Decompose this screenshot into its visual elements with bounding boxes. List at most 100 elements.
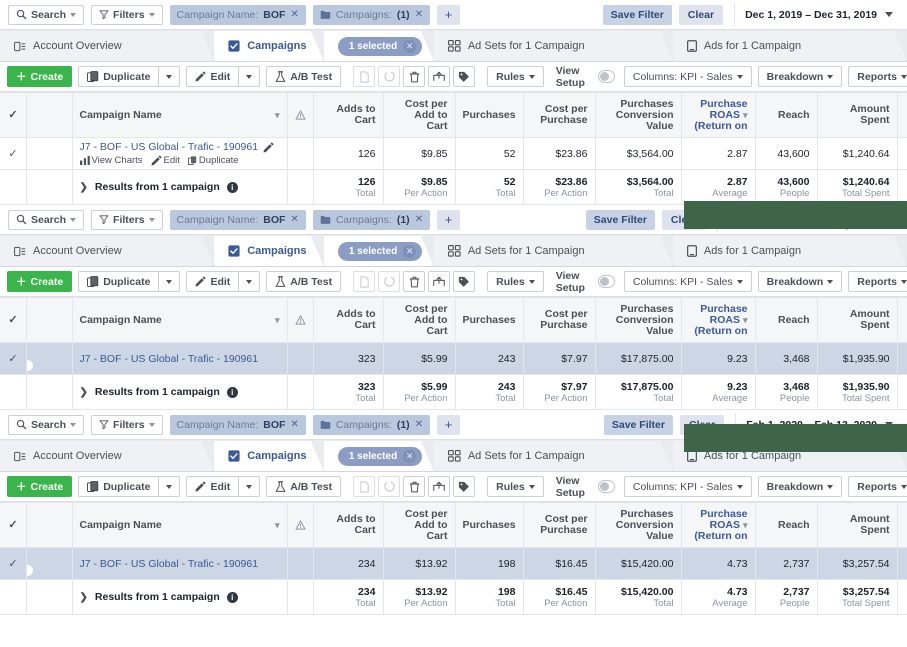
column-header-amount-spent[interactable]: Amount Spent: [817, 93, 897, 138]
tab-ads[interactable]: Ads for 1 Campaign: [673, 236, 907, 266]
tab-campaigns[interactable]: Campaigns: [214, 31, 324, 61]
column-header-purchases-conversion-value[interactable]: PurchasesConversionValue: [595, 298, 681, 343]
filters-button[interactable]: Filters: [91, 415, 163, 435]
close-icon[interactable]: ✕: [415, 9, 423, 20]
view-setup-toggle[interactable]: View Setup: [556, 475, 615, 499]
ab-test-button[interactable]: A/B Test: [266, 66, 341, 87]
tab-account-overview[interactable]: Account Overview: [0, 441, 214, 471]
create-button[interactable]: ＋Create: [7, 476, 72, 497]
search-button[interactable]: Search: [8, 5, 84, 25]
sort-caret-icon[interactable]: ▾: [743, 520, 748, 530]
campaign-name-cell[interactable]: J7 - BOF - US Global - Trafic - 190961: [72, 548, 287, 580]
info-icon[interactable]: i: [227, 592, 238, 603]
reports-button[interactable]: Reports: [848, 66, 907, 87]
search-button[interactable]: Search: [8, 415, 84, 435]
tag-button[interactable]: [453, 476, 475, 497]
filter-chip-campaign-name[interactable]: Campaign Name:BOF✕: [170, 415, 306, 435]
filter-chip-campaign-name[interactable]: Campaign Name:BOF✕: [170, 210, 306, 230]
campaign-name-header[interactable]: Campaign Name▾: [72, 93, 287, 138]
column-header-amount-spent[interactable]: Amount Spent: [817, 503, 897, 548]
refresh-button[interactable]: [378, 271, 400, 292]
column-header-cost-per-purchase[interactable]: Cost perPurchase: [523, 93, 595, 138]
pencil-icon[interactable]: [263, 142, 274, 153]
columns-button[interactable]: Columns: KPI - Sales: [624, 476, 752, 497]
delete-button[interactable]: [403, 271, 425, 292]
refresh-button[interactable]: [378, 66, 400, 87]
close-icon[interactable]: ✕: [290, 9, 298, 20]
reports-button[interactable]: Reports: [848, 476, 907, 497]
add-filter-button[interactable]: +: [437, 415, 460, 435]
refresh-button[interactable]: [378, 476, 400, 497]
filters-button[interactable]: Filters: [91, 5, 163, 25]
selected-pill[interactable]: 1 selected✕: [338, 447, 422, 466]
campaign-name-link[interactable]: J7 - BOF - US Global - Trafic - 190961: [80, 353, 280, 365]
duplicate-button[interactable]: Duplicate: [78, 476, 158, 497]
duplicate-action[interactable]: Duplicate: [188, 155, 239, 166]
filter-chip-campaign-name[interactable]: Campaign Name:BOF✕: [170, 5, 306, 25]
draft-button[interactable]: [353, 271, 375, 292]
duplicate-dropdown-button[interactable]: [158, 271, 180, 292]
row-status-toggle-cell[interactable]: [26, 138, 72, 170]
chevron-right-icon[interactable]: ❯: [80, 592, 88, 603]
close-icon[interactable]: ✕: [290, 214, 298, 225]
row-checkbox-cell[interactable]: ✓: [0, 343, 26, 375]
chevron-right-icon[interactable]: ❯: [80, 182, 88, 193]
close-icon[interactable]: ✕: [415, 419, 423, 430]
close-icon[interactable]: ✕: [415, 214, 423, 225]
edit-button[interactable]: Edit: [186, 476, 238, 497]
column-header-ctr[interactable]: CTR (LinkClick-Through: [897, 298, 907, 343]
rules-button[interactable]: Rules: [487, 271, 544, 292]
ab-test-button[interactable]: A/B Test: [266, 271, 341, 292]
columns-button[interactable]: Columns: KPI - Sales: [624, 66, 752, 87]
row-checkbox-cell[interactable]: ✓: [0, 548, 26, 580]
close-icon[interactable]: ✕: [290, 419, 298, 430]
info-icon[interactable]: i: [227, 182, 238, 193]
select-all-header[interactable]: ✓: [0, 93, 26, 138]
breakdown-button[interactable]: Breakdown: [758, 476, 843, 497]
column-header-cost-per-add-to-cart[interactable]: Cost perAdd to Cart: [383, 298, 455, 343]
info-icon[interactable]: i: [227, 387, 238, 398]
edit-button[interactable]: Edit: [186, 271, 238, 292]
tag-button[interactable]: [453, 271, 475, 292]
columns-button[interactable]: Columns: KPI - Sales: [624, 271, 752, 292]
table-row[interactable]: ✓J7 - BOF - US Global - Trafic - 1909612…: [0, 548, 907, 580]
save-filter-button[interactable]: Save Filter: [604, 415, 673, 435]
select-all-header[interactable]: ✓: [0, 503, 26, 548]
column-header-reach[interactable]: Reach: [755, 298, 817, 343]
table-row[interactable]: ✓J7 - BOF - US Global - Trafic - 190961V…: [0, 138, 907, 170]
tab-ad-sets[interactable]: Ad Sets for 1 Campaign: [434, 31, 673, 61]
column-header-purchases[interactable]: Purchases: [455, 298, 523, 343]
select-all-header[interactable]: ✓: [0, 298, 26, 343]
row-status-toggle-cell[interactable]: [26, 548, 72, 580]
add-filter-button[interactable]: +: [437, 210, 460, 230]
breakdown-button[interactable]: Breakdown: [758, 66, 843, 87]
export-button[interactable]: [428, 66, 450, 87]
campaign-name-header[interactable]: Campaign Name▾: [72, 298, 287, 343]
edit-dropdown-button[interactable]: [238, 271, 260, 292]
column-header-cost-per-add-to-cart[interactable]: Cost perAdd to Cart: [383, 503, 455, 548]
column-header-cost-per-purchase[interactable]: Cost perPurchase: [523, 298, 595, 343]
clear-selection-icon[interactable]: ✕: [403, 40, 416, 53]
column-header-purchase-roas[interactable]: PurchaseROAS▾(Return on: [681, 93, 755, 138]
clear-filter-button[interactable]: Clear: [679, 5, 723, 25]
campaign-name-link[interactable]: J7 - BOF - US Global - Trafic - 190961: [80, 141, 280, 153]
column-header-reach[interactable]: Reach: [755, 93, 817, 138]
toggle-switch[interactable]: [598, 275, 614, 288]
create-button[interactable]: ＋Create: [7, 271, 72, 292]
checkbox-icon[interactable]: ✓: [7, 558, 19, 570]
sort-caret-icon[interactable]: ▾: [275, 315, 280, 326]
tab-ad-sets[interactable]: Ad Sets for 1 Campaign: [434, 236, 673, 266]
checkbox-icon[interactable]: ✓: [7, 109, 19, 121]
checkbox-icon[interactable]: ✓: [7, 353, 19, 365]
sort-caret-icon[interactable]: ▾: [743, 110, 748, 120]
selected-pill[interactable]: 1 selected✕: [338, 242, 422, 261]
campaign-name-link[interactable]: J7 - BOF - US Global - Trafic - 190961: [80, 558, 280, 570]
view-setup-toggle[interactable]: View Setup: [556, 65, 615, 89]
row-checkbox-cell[interactable]: ✓: [0, 138, 26, 170]
campaign-name-header[interactable]: Campaign Name▾: [72, 503, 287, 548]
filter-chip-campaigns[interactable]: Campaigns:(1)✕: [313, 210, 430, 230]
chevron-right-icon[interactable]: ❯: [80, 387, 88, 398]
rules-button[interactable]: Rules: [487, 66, 544, 87]
search-button[interactable]: Search: [8, 210, 84, 230]
breakdown-button[interactable]: Breakdown: [758, 271, 843, 292]
